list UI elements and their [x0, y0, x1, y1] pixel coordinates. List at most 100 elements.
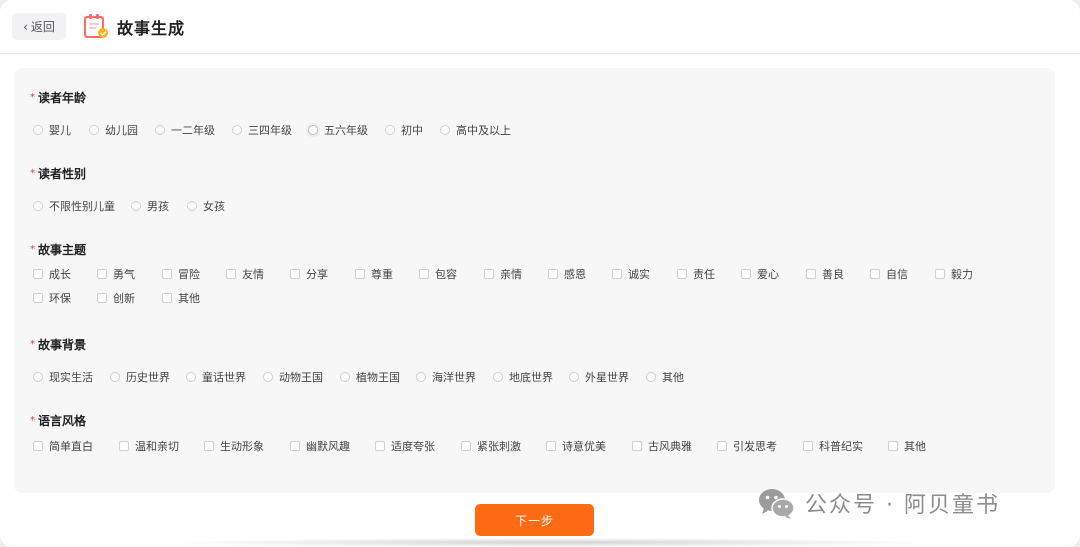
radio-background-4[interactable]: 植物王国 [340, 369, 400, 385]
chevron-left-icon: ‹ [23, 19, 28, 34]
radio-circle [33, 372, 43, 382]
checkbox-style-7[interactable]: 古风典雅 [632, 438, 692, 454]
checkbox-box [548, 269, 558, 279]
checkbox-box [612, 269, 622, 279]
radio-circle [340, 372, 350, 382]
checkbox-style-1[interactable]: 温和亲切 [119, 438, 179, 454]
checkbox-style-4[interactable]: 适度夸张 [375, 438, 435, 454]
checkbox-theme-17[interactable]: 其他 [162, 290, 200, 306]
checkbox-theme-15[interactable]: 环保 [33, 290, 71, 306]
checkbox-box [935, 269, 945, 279]
required-star: * [30, 168, 35, 179]
option-label: 温和亲切 [135, 440, 179, 453]
checkbox-theme-3[interactable]: 友情 [226, 266, 264, 282]
option-label: 勇气 [113, 268, 135, 281]
section-title-age: * 读者年龄 [30, 89, 86, 106]
next-step-button[interactable]: 下一步 [475, 504, 594, 536]
radio-circle [440, 125, 450, 135]
checkbox-style-3[interactable]: 幽默风趣 [290, 438, 350, 454]
option-label: 三四年级 [248, 124, 292, 137]
back-button[interactable]: ‹ 返回 [12, 13, 66, 40]
radio-age-3[interactable]: 三四年级 [232, 122, 292, 138]
radio-age-6[interactable]: 高中及以上 [440, 122, 511, 138]
checkbox-box [119, 441, 129, 451]
checkbox-box [33, 293, 43, 303]
checkbox-box [97, 269, 107, 279]
radio-background-1[interactable]: 历史世界 [110, 369, 170, 385]
option-label: 诚实 [628, 268, 650, 281]
option-label: 男孩 [147, 200, 169, 213]
radio-age-4[interactable]: 五六年级 [308, 122, 368, 138]
option-label: 包容 [435, 268, 457, 281]
checkbox-theme-8[interactable]: 感恩 [548, 266, 586, 282]
checkbox-box [484, 269, 494, 279]
radio-background-5[interactable]: 海洋世界 [416, 369, 476, 385]
radio-circle [308, 125, 318, 135]
checkbox-theme-16[interactable]: 创新 [97, 290, 135, 306]
checkbox-theme-5[interactable]: 尊重 [355, 266, 393, 282]
checkbox-theme-6[interactable]: 包容 [419, 266, 457, 282]
radio-background-0[interactable]: 现实生活 [33, 369, 93, 385]
checkbox-theme-10[interactable]: 责任 [677, 266, 715, 282]
option-label: 女孩 [203, 200, 225, 213]
option-label: 其他 [178, 292, 200, 305]
checkbox-theme-11[interactable]: 爱心 [741, 266, 779, 282]
checkbox-style-6[interactable]: 诗意优美 [546, 438, 606, 454]
checkbox-style-5[interactable]: 紧张刺激 [461, 438, 521, 454]
option-label: 爱心 [757, 268, 779, 281]
radio-gender-0[interactable]: 不限性别儿童 [33, 198, 115, 214]
radio-gender-1[interactable]: 男孩 [131, 198, 169, 214]
checkbox-theme-7[interactable]: 亲情 [484, 266, 522, 282]
checkbox-box [355, 269, 365, 279]
radio-age-0[interactable]: 婴儿 [33, 122, 71, 138]
option-label: 其他 [662, 371, 684, 384]
radio-background-2[interactable]: 童话世界 [186, 369, 246, 385]
watermark-text: 公众号 · 阿贝童书 [805, 493, 1000, 518]
app-window: ‹ 返回 故事生成 * 读者年龄 婴儿 幼儿园 一二年级 三四年级 五六年级 初… [0, 0, 1080, 547]
radio-circle [33, 125, 43, 135]
checkbox-style-2[interactable]: 生动形象 [204, 438, 264, 454]
checkbox-style-9[interactable]: 科普纪实 [803, 438, 863, 454]
option-label: 紧张刺激 [477, 440, 521, 453]
radio-age-2[interactable]: 一二年级 [155, 122, 215, 138]
radio-circle [646, 372, 656, 382]
wechat-icon [759, 489, 795, 519]
option-label: 冒险 [178, 268, 200, 281]
checkbox-box [33, 269, 43, 279]
checkbox-theme-1[interactable]: 勇气 [97, 266, 135, 282]
checkbox-theme-14[interactable]: 毅力 [935, 266, 973, 282]
checkbox-box [162, 269, 172, 279]
radio-background-6[interactable]: 地底世界 [493, 369, 553, 385]
radio-background-7[interactable]: 外星世界 [569, 369, 629, 385]
checkbox-style-10[interactable]: 其他 [888, 438, 926, 454]
bottom-shadow [160, 538, 940, 547]
required-star: * [30, 339, 35, 350]
checkbox-style-0[interactable]: 简单直白 [33, 438, 93, 454]
option-label: 初中 [401, 124, 423, 137]
checkbox-theme-4[interactable]: 分享 [290, 266, 328, 282]
radio-background-8[interactable]: 其他 [646, 369, 684, 385]
required-star: * [30, 92, 35, 103]
checkbox-theme-9[interactable]: 诚实 [612, 266, 650, 282]
option-label: 五六年级 [324, 124, 368, 137]
checkbox-theme-0[interactable]: 成长 [33, 266, 71, 282]
checkbox-theme-2[interactable]: 冒险 [162, 266, 200, 282]
option-label: 动物王国 [279, 371, 323, 384]
option-label: 历史世界 [126, 371, 170, 384]
radio-circle [385, 125, 395, 135]
radio-age-5[interactable]: 初中 [385, 122, 423, 138]
checkbox-theme-13[interactable]: 自信 [870, 266, 908, 282]
option-label: 海洋世界 [432, 371, 476, 384]
checkbox-theme-12[interactable]: 善良 [806, 266, 844, 282]
checkbox-box [546, 441, 556, 451]
section-title-gender-label: 读者性别 [38, 167, 87, 181]
checkbox-box [870, 269, 880, 279]
checkbox-style-8[interactable]: 引发思考 [717, 438, 777, 454]
checkbox-box [97, 293, 107, 303]
radio-background-3[interactable]: 动物王国 [263, 369, 323, 385]
radio-age-1[interactable]: 幼儿园 [89, 122, 138, 138]
section-title-style-label: 语言风格 [38, 414, 87, 428]
radio-gender-2[interactable]: 女孩 [187, 198, 225, 214]
radio-circle [493, 372, 503, 382]
checkbox-box [290, 269, 300, 279]
